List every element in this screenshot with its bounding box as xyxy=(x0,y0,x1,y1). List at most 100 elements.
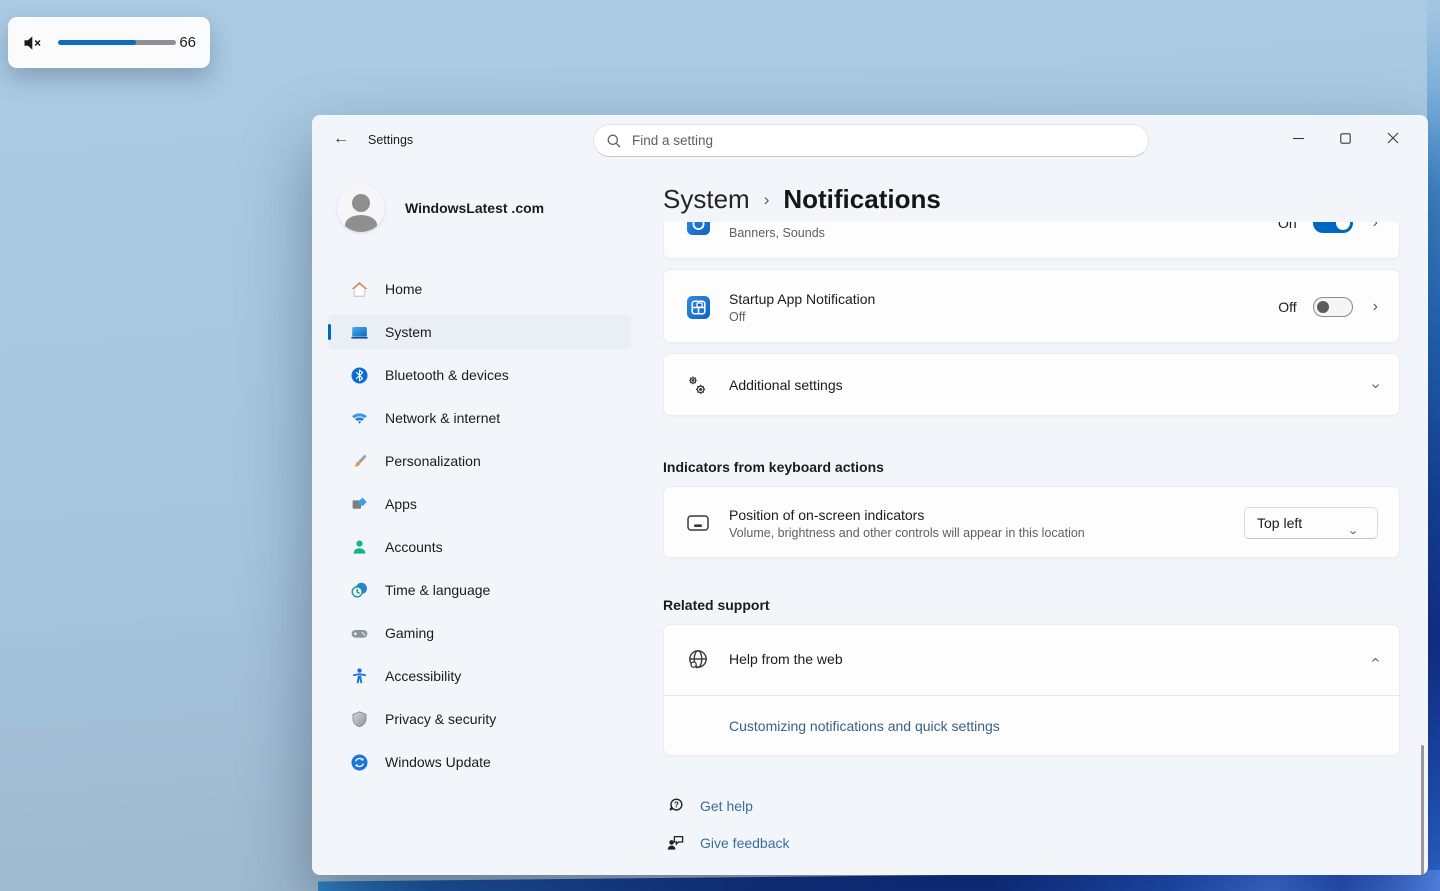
sidebar-item-bluetooth[interactable]: Bluetooth & devices xyxy=(328,357,631,393)
position-card-subtitle: Volume, brightness and other controls wi… xyxy=(729,526,1085,540)
volume-osd: 66 xyxy=(8,17,210,68)
breadcrumb-separator-icon: › xyxy=(764,190,770,210)
give-feedback-row[interactable]: Give feedback xyxy=(666,833,1400,852)
accessibility-icon xyxy=(350,667,369,686)
sidebar-item-label: Home xyxy=(385,281,422,297)
startup-toggle[interactable] xyxy=(1313,297,1353,317)
sidebar-item-accounts[interactable]: Accounts xyxy=(328,529,631,565)
settings-scroll-area: Notifications Banners, Sounds On › xyxy=(663,222,1400,875)
chevron-right-icon: › xyxy=(1373,222,1378,231)
position-indicators-card: Position of on-screen indicators Volume,… xyxy=(663,486,1400,558)
avatar xyxy=(337,184,385,232)
give-feedback-link[interactable]: Give feedback xyxy=(700,835,790,851)
back-arrow-icon: ← xyxy=(333,130,349,148)
section-header-related-support: Related support xyxy=(663,597,1400,613)
startup-app-notification-card[interactable]: Startup App Notification Off Off › xyxy=(663,269,1400,343)
sidebar-item-personalization[interactable]: Personalization xyxy=(328,443,631,479)
sidebar-item-label: Gaming xyxy=(385,625,434,641)
position-dropdown[interactable]: Top left › xyxy=(1244,507,1378,539)
home-icon xyxy=(350,280,369,299)
sidebar-item-privacy[interactable]: Privacy & security xyxy=(328,701,631,737)
sidebar-item-label: Accessibility xyxy=(385,668,461,684)
bluetooth-icon xyxy=(350,366,369,385)
back-button[interactable]: ← xyxy=(330,128,352,150)
sidebar-item-label: Accounts xyxy=(385,539,443,555)
help-from-web-header[interactable]: Help from the web › xyxy=(664,625,1399,695)
sidebar: WindowsLatest .com Home System Bluetooth xyxy=(312,163,663,875)
volume-value: 66 xyxy=(179,34,196,51)
notifications-card-title: Notifications xyxy=(729,222,825,223)
chevron-down-icon: › xyxy=(1367,383,1383,388)
sidebar-item-system[interactable]: System xyxy=(328,314,631,350)
additional-settings-card[interactable]: Additional settings › xyxy=(663,353,1400,416)
sidebar-item-label: Apps xyxy=(385,496,417,512)
position-dropdown-value: Top left xyxy=(1257,515,1302,531)
notifications-card[interactable]: Notifications Banners, Sounds On › xyxy=(663,222,1400,259)
close-button[interactable] xyxy=(1369,115,1416,161)
notifications-toggle[interactable] xyxy=(1313,222,1353,233)
page-title: Notifications xyxy=(783,184,940,215)
account-block[interactable]: WindowsLatest .com xyxy=(337,184,544,232)
sidebar-item-accessibility[interactable]: Accessibility xyxy=(328,658,631,694)
globe-search-icon xyxy=(685,647,711,673)
personalization-icon xyxy=(350,452,369,471)
windows-update-icon xyxy=(350,753,369,772)
sidebar-item-label: Network & internet xyxy=(385,410,500,426)
svg-text:?: ? xyxy=(674,800,679,809)
network-icon xyxy=(350,409,369,428)
account-name: WindowsLatest .com xyxy=(405,200,544,216)
time-language-icon xyxy=(350,581,369,600)
sidebar-item-windows-update[interactable]: Windows Update xyxy=(328,744,631,780)
breadcrumb-parent[interactable]: System xyxy=(663,184,750,215)
chevron-down-icon: › xyxy=(1347,512,1360,534)
sidebar-item-time-language[interactable]: Time & language xyxy=(328,572,631,608)
startup-card-title: Startup App Notification xyxy=(729,291,875,307)
help-from-web-card: Help from the web › Customizing notifica… xyxy=(663,624,1400,756)
get-help-row[interactable]: ? Get help xyxy=(666,796,1400,815)
sidebar-item-apps[interactable]: Apps xyxy=(328,486,631,522)
gears-icon xyxy=(685,373,711,399)
section-header-indicators: Indicators from keyboard actions xyxy=(663,459,1400,475)
get-help-icon: ? xyxy=(666,796,685,815)
position-card-title: Position of on-screen indicators xyxy=(729,507,1085,523)
sidebar-item-gaming[interactable]: Gaming xyxy=(328,615,631,651)
additional-settings-title: Additional settings xyxy=(729,377,843,393)
sidebar-item-label: System xyxy=(385,324,432,340)
search-icon xyxy=(606,133,622,149)
main-content: System › Notifications Notifications Ban… xyxy=(663,163,1428,875)
sidebar-item-label: Personalization xyxy=(385,453,481,469)
breadcrumb: System › Notifications xyxy=(663,179,941,219)
search-box[interactable] xyxy=(593,124,1149,157)
give-feedback-icon xyxy=(666,833,685,852)
system-icon xyxy=(350,323,369,342)
sidebar-item-label: Bluetooth & devices xyxy=(385,367,509,383)
apps-icon xyxy=(350,495,369,514)
chevron-right-icon: › xyxy=(1373,299,1378,315)
volume-mute-icon xyxy=(22,33,44,53)
accounts-icon xyxy=(350,538,369,557)
startup-app-icon xyxy=(685,294,711,320)
get-help-link[interactable]: Get help xyxy=(700,798,753,814)
sidebar-item-network[interactable]: Network & internet xyxy=(328,400,631,436)
startup-card-subtitle: Off xyxy=(729,310,875,324)
help-link-customizing-notifications[interactable]: Customizing notifications and quick sett… xyxy=(729,718,1000,734)
sidebar-item-home[interactable]: Home xyxy=(328,271,631,307)
sidebar-item-label: Time & language xyxy=(385,582,490,598)
settings-window: ← Settings WindowsLatest .com Home xyxy=(312,115,1428,875)
sidebar-nav: Home System Bluetooth & devices Network … xyxy=(328,271,631,787)
scrollbar[interactable] xyxy=(1421,745,1424,875)
search-input[interactable] xyxy=(632,133,1136,148)
gaming-icon xyxy=(350,624,369,643)
notifications-card-subtitle: Banners, Sounds xyxy=(729,226,825,240)
notifications-toggle-label: On xyxy=(1278,222,1297,231)
maximize-button[interactable] xyxy=(1322,115,1369,161)
titlebar: ← Settings xyxy=(312,115,1428,163)
notifications-icon xyxy=(685,222,711,236)
window-title: Settings xyxy=(368,133,413,147)
volume-slider[interactable] xyxy=(58,40,176,45)
help-card-title: Help from the web xyxy=(729,651,843,667)
privacy-icon xyxy=(350,710,369,729)
minimize-button[interactable] xyxy=(1275,115,1322,161)
window-controls xyxy=(1275,115,1428,161)
chevron-up-icon: › xyxy=(1367,657,1383,662)
